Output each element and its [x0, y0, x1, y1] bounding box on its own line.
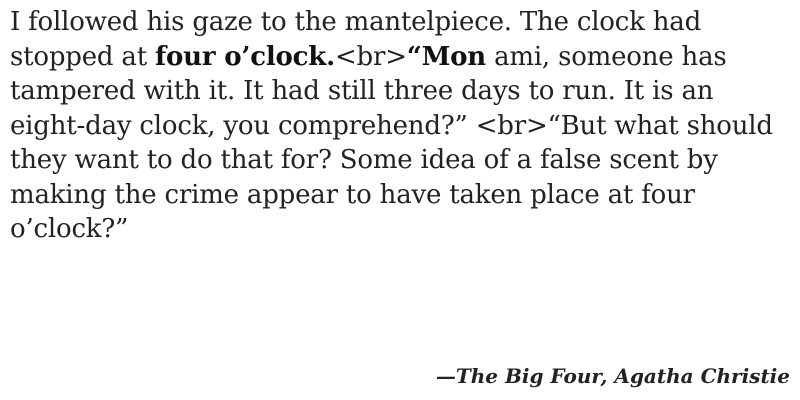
quote-attribution: —The Big Four, Agatha Christie: [436, 364, 790, 388]
book-title: The Big Four: [455, 364, 601, 388]
attribution-separator: ,: [600, 364, 615, 388]
quote-segment: <br>: [334, 41, 407, 72]
attribution-dash: —: [435, 364, 456, 388]
quote-bold-phrase: “Mon: [406, 41, 486, 72]
author-name: Agatha Christie: [614, 364, 790, 388]
quote-text: I followed his gaze to the mantelpiece. …: [10, 5, 790, 247]
quote-bold-phrase: four o’clock.: [155, 41, 335, 72]
